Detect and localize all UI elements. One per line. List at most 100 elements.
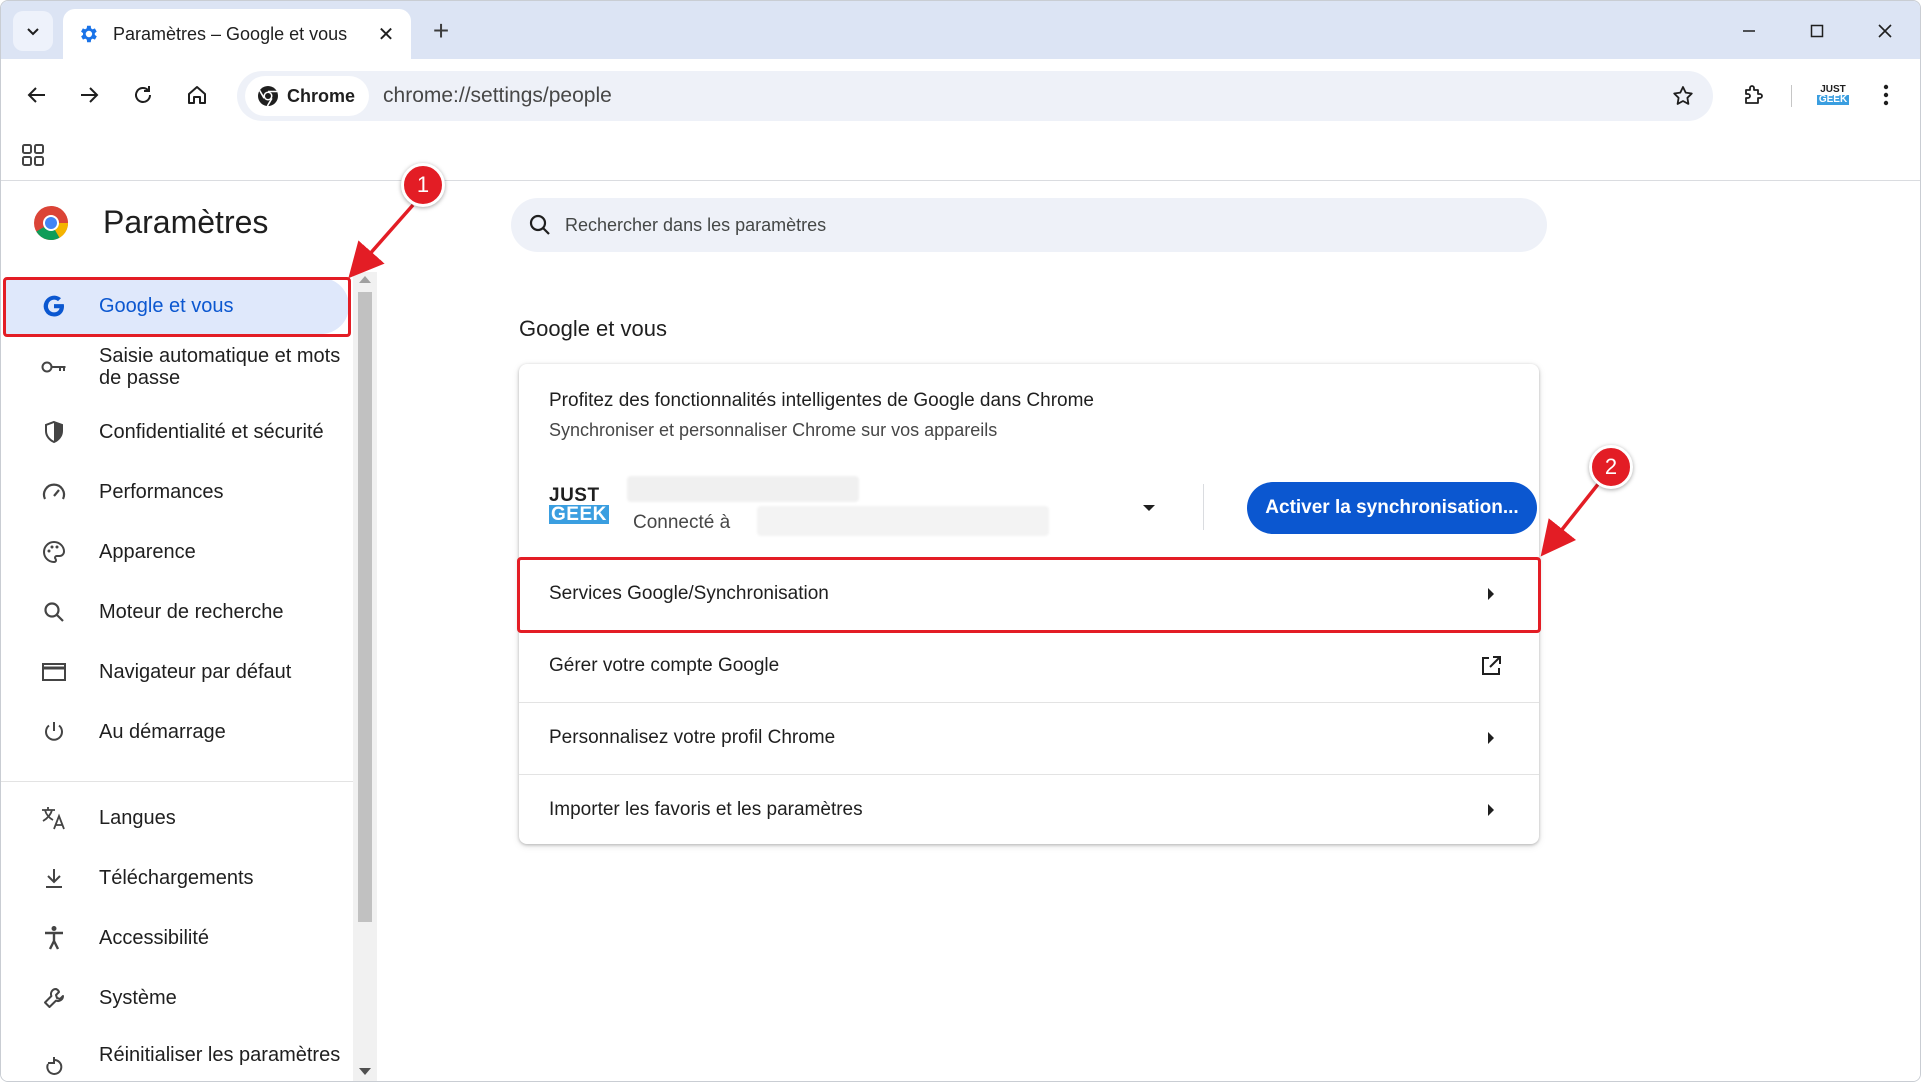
- key-icon: [39, 352, 69, 382]
- sidebar-item-label: Confidentialité et sécurité: [99, 421, 324, 443]
- sidebar-item-label: Langues: [99, 807, 176, 829]
- scrollbar-thumb[interactable]: [358, 292, 372, 922]
- profile-avatar-button[interactable]: JUST GEEK: [1809, 75, 1857, 115]
- sidebar-item-label: Apparence: [99, 541, 196, 563]
- sidebar-item-autofill[interactable]: Saisie automatique et mots de passe: [5, 334, 349, 400]
- promo-title: Profitez des fonctionnalités intelligent…: [549, 390, 1094, 411]
- settings-header: Paramètres: [33, 204, 268, 241]
- maximize-icon: [1810, 24, 1824, 38]
- caret-down-icon: [1143, 505, 1155, 511]
- toolbar-separator: [1791, 85, 1792, 107]
- star-icon: [1673, 86, 1693, 105]
- sidebar-item-label: Performances: [99, 481, 224, 503]
- forward-arrow-icon: [81, 87, 99, 103]
- row-import-bookmarks[interactable]: Importer les favoris et les paramètres: [519, 774, 1539, 846]
- profile-logo-line2: GEEK: [1816, 94, 1850, 105]
- chrome-menu-button[interactable]: [1869, 75, 1903, 115]
- sidebar-item-languages[interactable]: Langues: [5, 790, 349, 846]
- speedometer-icon: [39, 477, 69, 507]
- back-arrow-icon: [27, 87, 45, 103]
- shield-icon: [39, 417, 69, 447]
- chevron-right-icon: [1479, 798, 1503, 822]
- sidebar-item-appearance[interactable]: Apparence: [5, 524, 349, 580]
- row-label: Importer les favoris et les paramètres: [549, 799, 863, 820]
- back-button[interactable]: [17, 75, 57, 115]
- annotation-highlight-google-et-vous: [3, 277, 351, 337]
- sidebar-item-label: Système: [99, 987, 177, 1009]
- sidebar-item-label: Accessibilité: [99, 927, 210, 949]
- account-logo-line1: JUST: [549, 485, 600, 506]
- sidebar-item-label: Réinitialiser les paramètres: [99, 1044, 341, 1066]
- blurred-account-name: [627, 476, 859, 502]
- power-icon: [39, 717, 69, 747]
- reload-icon: [135, 86, 151, 103]
- apps-grid-icon[interactable]: [19, 141, 47, 169]
- accessibility-icon: [39, 923, 69, 953]
- row-label: Personnalisez votre profil Chrome: [549, 727, 836, 748]
- close-icon: [1878, 24, 1892, 38]
- annotation-badge-1: 1: [401, 163, 445, 207]
- account-logo-line2: GEEK: [549, 504, 609, 525]
- url-text[interactable]: chrome://settings/people: [383, 84, 1663, 108]
- site-info-chip[interactable]: Chrome: [245, 76, 370, 116]
- sidebar-scrollbar[interactable]: [353, 272, 377, 1081]
- home-icon: [188, 86, 206, 104]
- puzzle-icon: [1745, 85, 1763, 104]
- tab-title: Paramètres – Google et vous: [113, 23, 348, 44]
- bookmark-star-button[interactable]: [1663, 76, 1703, 116]
- sidebar-item-label: Saisie automatique et mots de passe: [99, 345, 341, 389]
- site-info-label: Chrome: [287, 85, 356, 106]
- omnibox[interactable]: Chrome chrome://settings/people: [237, 71, 1713, 121]
- sidebar-item-privacy[interactable]: Confidentialité et sécurité: [5, 404, 349, 460]
- account-dropdown-button[interactable]: [1139, 498, 1159, 518]
- new-tab-button[interactable]: +: [425, 15, 457, 47]
- sidebar-item-default-browser[interactable]: Navigateur par défaut: [5, 644, 349, 700]
- account-row: JUST GEEK Connecté à Activer la synchron…: [549, 476, 1537, 542]
- download-icon: [39, 863, 69, 893]
- settings-search-input[interactable]: [565, 214, 1465, 236]
- tab-strip: Paramètres – Google et vous ✕ +: [1, 1, 1920, 59]
- row-label: Gérer votre compte Google: [549, 655, 780, 676]
- maximize-button[interactable]: [1797, 13, 1837, 49]
- sidebar-item-reset[interactable]: Réinitialiser les paramètres: [5, 1030, 349, 1081]
- minimize-button[interactable]: [1729, 13, 1769, 49]
- promo-subtitle: Synchroniser et personnaliser Chrome sur…: [549, 420, 998, 440]
- settings-search[interactable]: [511, 198, 1547, 252]
- gear-icon: [81, 25, 97, 43]
- browser-window: Paramètres – Google et vous ✕ + Chrome c…: [0, 0, 1921, 1082]
- active-tab[interactable]: Paramètres – Google et vous ✕: [63, 9, 411, 59]
- sidebar-item-label: Moteur de recherche: [99, 601, 284, 623]
- enable-sync-button[interactable]: Activer la synchronisation...: [1247, 482, 1537, 534]
- row-manage-google-account[interactable]: Gérer votre compte Google: [519, 630, 1539, 702]
- sidebar-item-startup[interactable]: Au démarrage: [5, 704, 349, 760]
- sidebar-item-search-engine[interactable]: Moteur de recherche: [5, 584, 349, 640]
- row-customize-profile[interactable]: Personnalisez votre profil Chrome: [519, 702, 1539, 774]
- kebab-menu-icon: [1883, 84, 1889, 106]
- external-link-icon: [1479, 654, 1503, 678]
- section-title: Google et vous: [519, 316, 667, 341]
- close-window-button[interactable]: [1865, 13, 1905, 49]
- sidebar-item-downloads[interactable]: Téléchargements: [5, 850, 349, 906]
- blurred-account-email: [757, 506, 1049, 536]
- close-tab-icon[interactable]: ✕: [375, 23, 397, 46]
- sidebar-item-system[interactable]: Système: [5, 970, 349, 1026]
- browser-window-icon: [39, 657, 69, 687]
- sidebar-item-accessibility[interactable]: Accessibilité: [5, 910, 349, 966]
- annotation-badge-2: 2: [1589, 445, 1633, 489]
- chevron-down-icon: [27, 28, 39, 36]
- bookmarks-bar: [1, 131, 1920, 181]
- forward-button[interactable]: [69, 75, 109, 115]
- page-title: Paramètres: [103, 204, 269, 240]
- reload-button[interactable]: [123, 75, 163, 115]
- connected-label: Connecté à: [633, 512, 731, 533]
- scroll-up-icon[interactable]: [359, 276, 371, 283]
- palette-icon: [39, 537, 69, 567]
- tab-search-button[interactable]: [13, 11, 53, 51]
- chrome-icon: [258, 86, 278, 107]
- home-button[interactable]: [177, 75, 217, 115]
- scroll-down-icon[interactable]: [359, 1068, 371, 1075]
- minimize-icon: [1743, 30, 1755, 32]
- settings-sidebar: Google et vous Saisie automatique et mot…: [1, 272, 353, 1081]
- sidebar-item-performance[interactable]: Performances: [5, 464, 349, 520]
- extensions-button[interactable]: [1733, 75, 1773, 115]
